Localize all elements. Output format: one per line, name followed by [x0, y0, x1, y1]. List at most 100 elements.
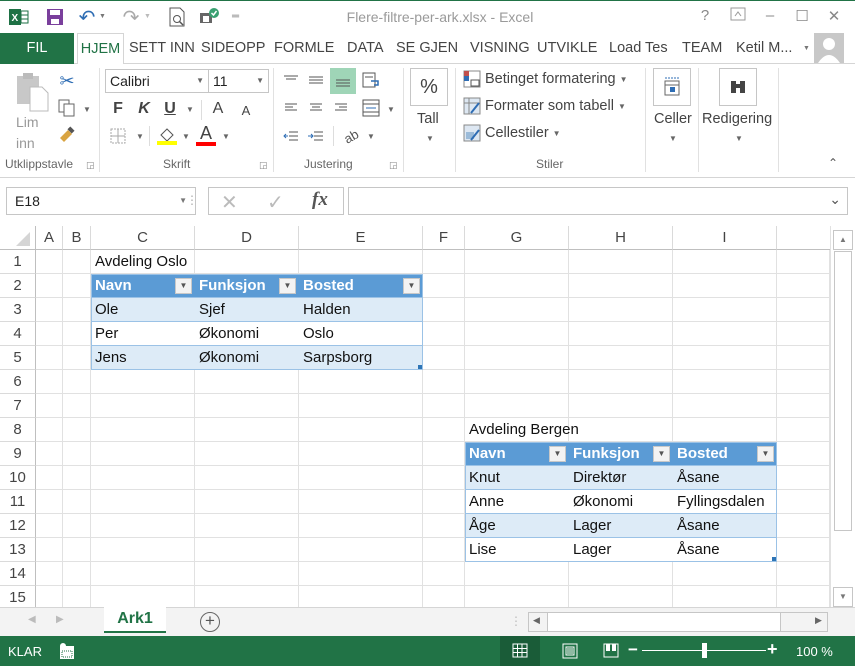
row-header-10[interactable]: 10: [0, 466, 36, 490]
column-header-h[interactable]: H: [569, 226, 673, 250]
filter-dropdown-button[interactable]: ▼: [653, 446, 670, 462]
borders-icon[interactable]: [108, 126, 128, 146]
table-cell[interactable]: Ole: [91, 298, 118, 322]
tab-team[interactable]: TEAM: [682, 33, 722, 64]
horizontal-scrollbar[interactable]: ◀ ▶: [528, 612, 828, 632]
column-header-a[interactable]: A: [36, 226, 63, 250]
column-header-d[interactable]: D: [195, 226, 299, 250]
page-layout-view-button[interactable]: [552, 636, 588, 666]
paste-icon[interactable]: [12, 70, 52, 114]
italic-button[interactable]: K: [134, 98, 154, 120]
cut-icon[interactable]: ✂: [56, 70, 78, 92]
tab-page-layout[interactable]: SIDEOPP: [201, 33, 265, 64]
tab-insert[interactable]: SETT INN: [129, 33, 195, 64]
align-bottom-icon[interactable]: [330, 68, 356, 94]
scroll-up-icon[interactable]: ▲: [833, 230, 853, 250]
shrink-font-button[interactable]: A: [237, 100, 255, 120]
align-top-icon[interactable]: [280, 70, 302, 90]
zoom-level[interactable]: 100 %: [796, 644, 833, 659]
filter-dropdown-button[interactable]: ▼: [549, 446, 566, 462]
sheet-tab-ark1[interactable]: Ark1: [104, 607, 166, 633]
row-header-15[interactable]: 15: [0, 586, 36, 607]
table-cell[interactable]: Lager: [569, 514, 611, 538]
cells-icon[interactable]: [653, 68, 691, 106]
table-cell[interactable]: Anne: [465, 490, 504, 514]
font-size-select[interactable]: 11 ▼: [208, 69, 269, 93]
merge-center-icon[interactable]: [360, 97, 382, 119]
orientation-icon[interactable]: ab: [336, 121, 366, 151]
tab-developer[interactable]: UTVIKLE: [537, 33, 597, 64]
column-header-c[interactable]: C: [91, 226, 195, 250]
row-header-12[interactable]: 12: [0, 514, 36, 538]
table-cell[interactable]: Oslo: [299, 322, 334, 346]
page-break-view-button[interactable]: [592, 636, 628, 666]
collapse-ribbon-icon[interactable]: ⌃: [828, 156, 838, 170]
font-name-select[interactable]: Calibri ▼: [105, 69, 209, 93]
enter-icon[interactable]: ✓: [267, 190, 284, 215]
tab-view[interactable]: VISNING: [470, 33, 530, 64]
column-header-e[interactable]: E: [299, 226, 423, 250]
sync-icon[interactable]: [198, 7, 220, 27]
copy-icon[interactable]: [56, 97, 78, 119]
formula-bar-grip-icon[interactable]: ⋮: [186, 193, 198, 207]
avatar[interactable]: [814, 33, 844, 63]
bold-button[interactable]: F: [108, 98, 128, 120]
select-all-button[interactable]: [0, 226, 36, 250]
format-painter-icon[interactable]: [56, 124, 78, 146]
print-preview-icon[interactable]: [166, 7, 188, 27]
table-cell[interactable]: Knut: [465, 466, 500, 490]
tab-review[interactable]: SE GJEN: [396, 33, 458, 64]
maximize-icon[interactable]: ☐: [790, 7, 814, 27]
table-cell[interactable]: Lager: [569, 538, 611, 562]
filter-dropdown-button[interactable]: ▼: [175, 278, 192, 294]
row-header-6[interactable]: 6: [0, 370, 36, 394]
row-header-11[interactable]: 11: [0, 490, 36, 514]
save-icon[interactable]: [44, 7, 66, 27]
scroll-left-icon[interactable]: ◀: [533, 615, 540, 626]
column-header-i[interactable]: I: [673, 226, 777, 250]
table-cell[interactable]: Åsane: [673, 538, 720, 562]
customize-qat-icon[interactable]: ═: [232, 11, 239, 22]
ribbon-display-options-icon[interactable]: [726, 7, 750, 27]
row-header-9[interactable]: 9: [0, 442, 36, 466]
insert-function-button[interactable]: fx: [312, 189, 328, 211]
table-cell[interactable]: Sarpsborg: [299, 346, 372, 370]
tab-formulas[interactable]: FORMLE: [274, 33, 334, 64]
column-header-g[interactable]: G: [465, 226, 569, 250]
formula-input[interactable]: ⌄: [348, 187, 848, 215]
tab-split-grip-icon[interactable]: ⋮: [510, 614, 522, 628]
decrease-indent-icon[interactable]: [280, 126, 302, 146]
prev-sheet-icon[interactable]: ◀: [28, 614, 36, 625]
filter-dropdown-button[interactable]: ▼: [757, 446, 774, 462]
vertical-scroll-thumb[interactable]: [834, 251, 852, 531]
column-header-j[interactable]: [777, 226, 830, 250]
macro-record-icon[interactable]: [58, 642, 76, 663]
table-cell[interactable]: Jens: [91, 346, 127, 370]
row-header-8[interactable]: 8: [0, 418, 36, 442]
filter-dropdown-button[interactable]: ▼: [279, 278, 296, 294]
cells-dropdown-icon[interactable]: ▼: [669, 134, 677, 143]
redo-dropdown-icon[interactable]: ▼: [144, 13, 151, 20]
font-color-dropdown-icon[interactable]: ▼: [222, 132, 230, 141]
merge-dropdown-icon[interactable]: ▼: [387, 105, 395, 114]
table-resize-handle[interactable]: [772, 557, 776, 561]
row-header-14[interactable]: 14: [0, 562, 36, 586]
table-resize-handle[interactable]: [418, 365, 422, 369]
row-header-3[interactable]: 3: [0, 298, 36, 322]
grow-font-button[interactable]: A: [208, 98, 228, 120]
table-cell[interactable]: Økonomi: [195, 322, 259, 346]
cancel-icon[interactable]: ✕: [221, 190, 238, 215]
fill-color-button[interactable]: [156, 124, 178, 148]
vertical-scrollbar[interactable]: ▲ ▼: [830, 226, 855, 607]
increase-indent-icon[interactable]: [305, 126, 327, 146]
table-cell[interactable]: Åsane: [673, 514, 720, 538]
table-cell[interactable]: Per: [91, 322, 118, 346]
tab-home[interactable]: HJEM: [77, 33, 124, 65]
copy-dropdown-icon[interactable]: ▼: [83, 105, 91, 114]
editing-dropdown-icon[interactable]: ▼: [735, 134, 743, 143]
format-as-table-button[interactable]: Formater som tabell ▼: [463, 97, 626, 115]
underline-dropdown-icon[interactable]: ▼: [186, 105, 194, 114]
normal-view-button[interactable]: [500, 636, 540, 666]
orientation-dropdown-icon[interactable]: ▼: [367, 132, 375, 141]
next-sheet-icon[interactable]: ▶: [56, 614, 64, 625]
